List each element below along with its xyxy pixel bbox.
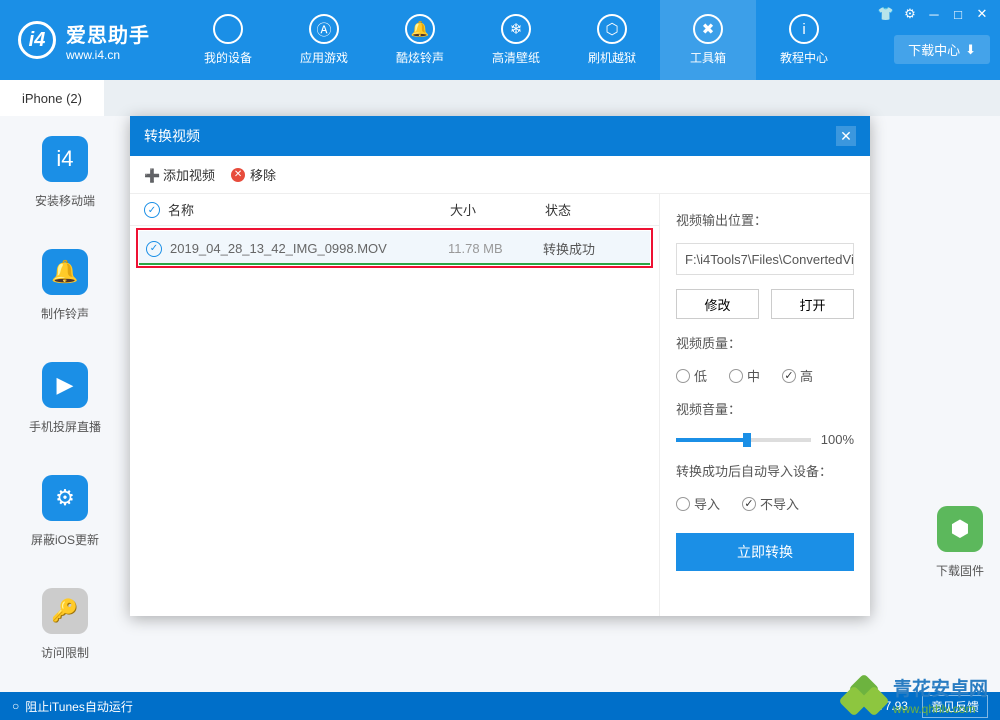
file-size: 11.78 MB — [448, 241, 543, 256]
main-nav: 我的设备 Ⓐ应用游戏 🔔酷炫铃声 ❄高清壁纸 ⬡刷机越狱 ✖工具箱 i教程中心 — [180, 0, 852, 80]
quality-radio-group: 低 中 高 — [676, 366, 854, 385]
add-icon: ➕ — [144, 168, 158, 182]
file-name: 2019_04_28_13_42_IMG_0998.MOV — [170, 241, 448, 256]
convert-video-dialog: 转换视频 ✕ ➕添加视频 ✕移除 名称 大小 状态 2019_04_28_13_… — [130, 116, 870, 616]
tool-download-firmware[interactable]: ⬢ 下载固件 — [936, 506, 984, 579]
quality-mid[interactable]: 中 — [729, 366, 760, 385]
import-yes[interactable]: 导入 — [676, 494, 720, 513]
modify-button[interactable]: 修改 — [676, 289, 759, 319]
logo-icon: i4 — [18, 21, 56, 59]
import-no[interactable]: 不导入 — [742, 494, 799, 513]
maximize-icon[interactable]: □ — [950, 6, 966, 22]
file-status: 转换成功 — [543, 239, 643, 258]
output-path-field[interactable]: F:\i4Tools7\Files\ConvertedVid — [676, 243, 854, 275]
window-controls: 👕 ⚙ ─ □ ✕ — [878, 6, 990, 22]
i4-icon: i4 — [42, 136, 88, 182]
convert-now-button[interactable]: 立即转换 — [676, 533, 854, 571]
tool-grid: i4安装移动端 🔔制作铃声 ▶手机投屏直播 ⚙屏蔽iOS更新 🔑访问限制 — [0, 136, 130, 661]
shirt-icon[interactable]: 👕 — [878, 6, 894, 22]
watermark: 青花安卓网 www.qhhlv.com — [843, 676, 988, 720]
volume-value: 100% — [821, 432, 854, 447]
key-icon: 🔑 — [42, 588, 88, 634]
device-tabs: iPhone (2) — [0, 80, 1000, 116]
gear-icon: ⚙ — [42, 475, 88, 521]
dialog-close-button[interactable]: ✕ — [836, 126, 856, 146]
tab-iphone[interactable]: iPhone (2) — [0, 80, 104, 116]
dialog-title: 转换视频 — [144, 126, 200, 146]
nav-jailbreak[interactable]: ⬡刷机越狱 — [564, 0, 660, 80]
add-video-button[interactable]: ➕添加视频 — [144, 165, 215, 184]
cube-icon: ⬢ — [937, 506, 983, 552]
main-content: i4安装移动端 🔔制作铃声 ▶手机投屏直播 ⚙屏蔽iOS更新 🔑访问限制 转换视… — [0, 116, 1000, 692]
tool-make-ringtone[interactable]: 🔔制作铃声 — [41, 249, 89, 322]
progress-bar — [139, 263, 650, 265]
download-center-button[interactable]: 下载中心⬇ — [894, 35, 990, 64]
tool-install-mobile[interactable]: i4安装移动端 — [35, 136, 95, 209]
import-label: 转换成功后自动导入设备： — [676, 461, 854, 480]
download-icon: ⬇ — [965, 42, 976, 58]
watermark-name: 青花安卓网 — [893, 679, 988, 702]
output-path-label: 视频输出位置： — [676, 210, 854, 229]
file-list-panel: 名称 大小 状态 2019_04_28_13_42_IMG_0998.MOV 1… — [130, 194, 660, 616]
watermark-url: www.qhhlv.com — [893, 702, 988, 716]
nav-wallpapers[interactable]: ❄高清壁纸 — [468, 0, 564, 80]
bell-icon: 🔔 — [405, 14, 435, 44]
box-icon: ⬡ — [597, 14, 627, 44]
nav-tutorials[interactable]: i教程中心 — [756, 0, 852, 80]
open-button[interactable]: 打开 — [771, 289, 854, 319]
column-size: 大小 — [450, 200, 545, 219]
tool-access-restriction[interactable]: 🔑访问限制 — [41, 588, 89, 661]
itunes-block-toggle[interactable]: ○ 阻止iTunes自动运行 — [12, 698, 133, 715]
table-row[interactable]: 2019_04_28_13_42_IMG_0998.MOV 11.78 MB 转… — [139, 231, 650, 265]
tool-screen-mirror[interactable]: ▶手机投屏直播 — [29, 362, 101, 435]
nav-apps-games[interactable]: Ⓐ应用游戏 — [276, 0, 372, 80]
dialog-header: 转换视频 ✕ — [130, 116, 870, 156]
gear-icon[interactable]: ⚙ — [902, 6, 918, 22]
table-header: 名称 大小 状态 — [130, 194, 659, 226]
remove-icon: ✕ — [231, 168, 245, 182]
apple-icon — [213, 14, 243, 44]
radio-off-icon: ○ — [12, 699, 19, 713]
nav-ringtones[interactable]: 🔔酷炫铃声 — [372, 0, 468, 80]
nav-toolbox[interactable]: ✖工具箱 — [660, 0, 756, 80]
apps-icon: Ⓐ — [309, 14, 339, 44]
play-icon: ▶ — [42, 362, 88, 408]
logo: i4 爱思助手 www.i4.cn — [0, 19, 168, 62]
quality-label: 视频质量： — [676, 333, 854, 352]
volume-slider[interactable] — [676, 438, 811, 442]
info-icon: i — [789, 14, 819, 44]
close-icon[interactable]: ✕ — [974, 6, 990, 22]
tools-icon: ✖ — [693, 14, 723, 44]
volume-label: 视频音量： — [676, 399, 854, 418]
app-url: www.i4.cn — [66, 48, 150, 62]
quality-high[interactable]: 高 — [782, 366, 813, 385]
dialog-toolbar: ➕添加视频 ✕移除 — [130, 156, 870, 194]
watermark-icon — [843, 676, 887, 720]
nav-my-device[interactable]: 我的设备 — [180, 0, 276, 80]
quality-low[interactable]: 低 — [676, 366, 707, 385]
app-header: i4 爱思助手 www.i4.cn 我的设备 Ⓐ应用游戏 🔔酷炫铃声 ❄高清壁纸… — [0, 0, 1000, 80]
bell-icon: 🔔 — [42, 249, 88, 295]
snowflake-icon: ❄ — [501, 14, 531, 44]
settings-panel: 视频输出位置： F:\i4Tools7\Files\ConvertedVid 修… — [660, 194, 870, 616]
select-all-checkbox[interactable] — [144, 201, 168, 219]
row-checkbox[interactable] — [146, 239, 170, 257]
remove-video-button[interactable]: ✕移除 — [231, 165, 276, 184]
highlight-box: 2019_04_28_13_42_IMG_0998.MOV 11.78 MB 转… — [136, 228, 653, 268]
minimize-icon[interactable]: ─ — [926, 6, 942, 22]
column-name: 名称 — [168, 200, 450, 219]
tool-block-ios-update[interactable]: ⚙屏蔽iOS更新 — [31, 475, 99, 548]
import-radio-group: 导入 不导入 — [676, 494, 854, 513]
column-status: 状态 — [545, 200, 645, 219]
app-name: 爱思助手 — [66, 19, 150, 48]
